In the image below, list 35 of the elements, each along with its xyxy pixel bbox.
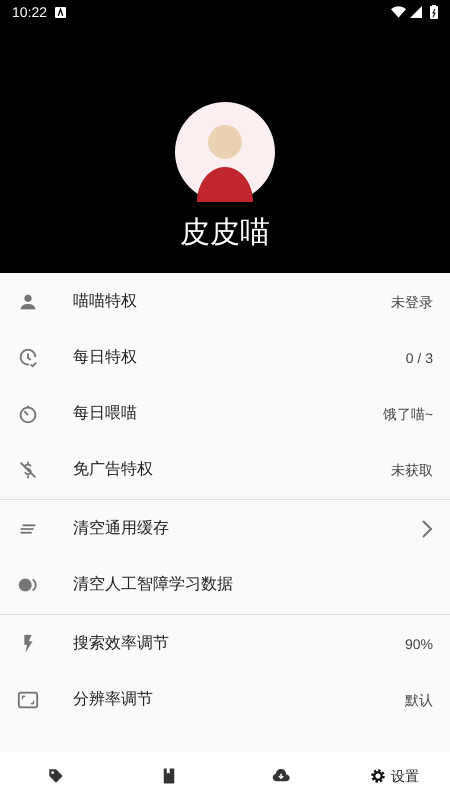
row-label: 分辨率调节 [73, 690, 154, 710]
settings-row[interactable]: 每日特权 0 / 3 [0, 330, 450, 386]
chevron-right-icon [421, 519, 433, 539]
row-label: 每日特权 [73, 348, 138, 368]
settings-row[interactable]: 分辨率调节 默认 [0, 672, 450, 728]
row-value: 饿了喵~ [382, 404, 433, 424]
frame-icon [17, 689, 39, 711]
row-label: 免广告特权 [73, 460, 154, 480]
wifi-icon [391, 6, 406, 18]
crossed-dollar-icon [17, 459, 39, 481]
row-label: 喵喵特权 [73, 292, 138, 312]
status-time: 10:22 [12, 2, 48, 22]
settings-row[interactable]: 免广告特权 未获取 [0, 442, 450, 498]
settings-row[interactable]: 每日喂喵 饿了喵~ [0, 386, 450, 442]
row-value: 未获取 [391, 460, 433, 480]
row-value: 0 / 3 [406, 348, 433, 368]
row-value: 未登录 [391, 292, 433, 312]
row-label: 每日喂喵 [73, 404, 138, 424]
tag-icon [47, 767, 66, 785]
row-label: 搜索效率调节 [73, 634, 170, 654]
settings-row[interactable]: 清空人工智障学习数据 [0, 557, 450, 613]
settings-row[interactable]: 喵喵特权 未登录 [0, 274, 450, 330]
row-value: 默认 [405, 690, 433, 710]
timer-icon [17, 403, 39, 425]
signal-icon [410, 6, 422, 18]
settings-row[interactable]: 搜索效率调节 90% [0, 616, 450, 672]
profile-name: 皮皮喵 [180, 218, 270, 248]
row-label: 清空人工智障学习数据 [73, 574, 234, 595]
row-value: 90% [404, 634, 433, 654]
clock-icon [17, 347, 39, 369]
battery-icon [430, 5, 438, 19]
row-label: 清空通用缓存 [73, 518, 170, 539]
settings-icon [368, 767, 387, 785]
settings-row[interactable]: 清空通用缓存 [0, 501, 450, 557]
notification-icon [55, 6, 66, 18]
